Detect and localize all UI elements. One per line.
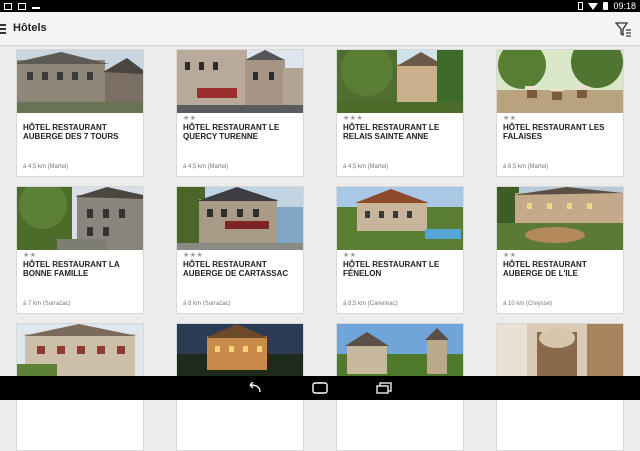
hotel-grid: HÔTEL RESTAURANT AUBERGE DES 7 TOURS à 4… xyxy=(0,46,640,451)
filter-icon[interactable] xyxy=(614,20,632,38)
star-rating: ★★★ xyxy=(343,115,364,122)
hotel-distance: à 7 km (Sarrazac) xyxy=(23,301,71,307)
star-rating: ★★ xyxy=(183,115,197,122)
system-nav-bar xyxy=(0,376,640,400)
mail-icon xyxy=(4,2,12,10)
hotel-photo xyxy=(17,187,143,250)
page-title: Hôtels xyxy=(13,22,47,34)
phone-icon xyxy=(578,2,584,10)
hotel-name: HÔTEL RESTAURANT LA BONNE FAMILLE xyxy=(23,260,120,278)
hotel-card[interactable]: HÔTEL RESTAURANT AUBERGE DES 7 TOURS à 4… xyxy=(16,49,144,177)
star-rating: ★★★ xyxy=(183,252,204,259)
battery-icon xyxy=(603,2,609,10)
hotel-photo xyxy=(497,50,623,113)
hotel-name: HÔTEL RESTAURANT AUBERGE DE CARTASSAC xyxy=(183,260,289,278)
status-bar: 09:18 xyxy=(0,0,640,12)
star-rating: ★★ xyxy=(503,252,517,259)
status-time: 09:18 xyxy=(613,1,636,11)
hotel-distance: à 4,5 km (Martel) xyxy=(343,164,389,170)
hotel-card[interactable]: ★★ HÔTEL RESTAURANT LE QUERCY TURENNE à … xyxy=(176,49,304,177)
star-rating: ★★ xyxy=(23,252,37,259)
hotel-card[interactable]: ★★ HÔTEL RESTAURANT LA BONNE FAMILLE à 7… xyxy=(16,186,144,314)
hotel-name: HÔTEL RESTAURANT AUBERGE DES 7 TOURS xyxy=(23,123,119,141)
hotel-card[interactable]: ★★★ HÔTEL RESTAURANT AUBERGE DE CARTASSA… xyxy=(176,186,304,314)
hotel-name: HÔTEL RESTAURANT AUBERGE DE L'ILE xyxy=(503,260,587,278)
hotel-card[interactable]: ★★ HÔTEL RESTAURANT AUBERGE DE L'ILE à 1… xyxy=(496,186,624,314)
hotel-distance: à 8 km (Sarrazac) xyxy=(183,301,231,307)
hotel-distance: à 6,5 km (Martel) xyxy=(503,164,549,170)
hotel-photo xyxy=(337,187,463,250)
hotel-name: HÔTEL RESTAURANT LES FALAISES xyxy=(503,123,605,141)
star-rating: ★★ xyxy=(343,252,357,259)
hotel-card[interactable]: ★★★ HÔTEL RESTAURANT LE RELAIS SAINTE AN… xyxy=(336,49,464,177)
hotel-card[interactable]: ★★ HÔTEL RESTAURANT LES FALAISES à 6,5 k… xyxy=(496,49,624,177)
action-bar: Hôtels xyxy=(0,12,640,46)
hotel-distance: à 4,5 km (Martel) xyxy=(23,164,69,170)
hotel-name: HÔTEL RESTAURANT LE RELAIS SAINTE ANNE xyxy=(343,123,440,141)
hotel-distance: à 10 km (Creysse) xyxy=(503,301,553,307)
hotel-photo xyxy=(497,187,623,250)
image-icon xyxy=(18,2,26,10)
recents-icon[interactable] xyxy=(376,382,392,394)
hotel-name: HÔTEL RESTAURANT LE QUERCY TURENNE xyxy=(183,123,280,141)
hotel-card[interactable]: ★★ HÔTEL RESTAURANT LE FÉNELON à 8,5 km … xyxy=(336,186,464,314)
back-icon[interactable] xyxy=(246,382,262,394)
hotel-photo xyxy=(17,50,143,113)
hotel-name: HÔTEL RESTAURANT LE FÉNELON xyxy=(343,260,440,278)
hotel-distance: à 8,5 km (Carennac) xyxy=(343,301,398,307)
star-rating: ★★ xyxy=(503,115,517,122)
hotel-photo xyxy=(177,187,303,250)
hotel-photo xyxy=(177,50,303,113)
hotel-distance: à 4,5 km (Martel) xyxy=(183,164,229,170)
home-icon[interactable] xyxy=(312,382,328,394)
download-icon xyxy=(32,3,40,9)
hotel-photo xyxy=(337,50,463,113)
hamburger-icon[interactable] xyxy=(0,24,6,34)
wifi-icon xyxy=(588,2,599,10)
